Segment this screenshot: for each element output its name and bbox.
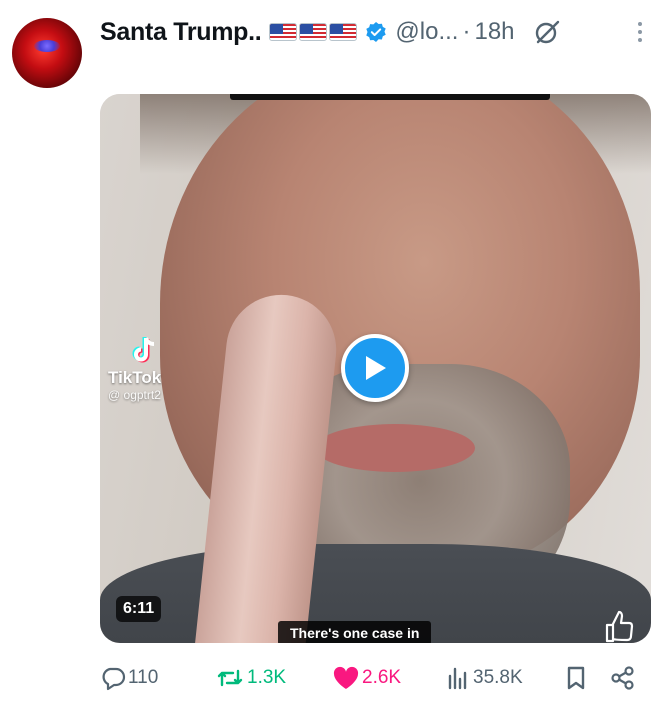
repost-count: 1.3K <box>247 667 287 688</box>
reply-button[interactable]: 110 <box>100 665 158 691</box>
bookmark-button[interactable] <box>564 665 588 691</box>
flag-emojis <box>269 23 358 41</box>
video-top-bar <box>230 94 550 100</box>
verified-badge-icon[interactable] <box>365 21 387 43</box>
grok-icon[interactable] <box>533 18 561 46</box>
reply-count: 110 <box>128 667 159 688</box>
reply-icon <box>102 667 126 691</box>
bookmark-icon <box>567 666 585 690</box>
tiktok-username: @ ogptrt2 <box>108 388 161 402</box>
separator-dot: · <box>462 18 471 45</box>
us-flag-icon <box>269 23 298 41</box>
share-button[interactable] <box>610 665 636 691</box>
author-avatar[interactable] <box>12 18 82 88</box>
author-handle[interactable]: @lo... <box>395 18 458 46</box>
repost-icon <box>217 669 243 687</box>
post-timestamp[interactable]: 18h <box>474 18 514 46</box>
action-bar: 110 1.3K 2.6K 35.8K <box>100 658 651 698</box>
views-button[interactable]: 35.8K <box>445 665 523 691</box>
views-chart-icon <box>448 667 467 690</box>
author-display-name[interactable]: Santa Trump.. <box>100 18 262 47</box>
tiktok-logo-icon <box>132 337 155 363</box>
us-flag-icon <box>299 23 328 41</box>
repost-button[interactable]: 1.3K <box>215 665 286 691</box>
like-button[interactable]: 2.6K <box>332 665 401 691</box>
post-header: Santa Trump.. @lo... · 18h <box>100 14 660 50</box>
views-count: 35.8K <box>473 667 523 688</box>
share-icon <box>611 666 634 690</box>
thumbs-up-icon <box>605 610 634 643</box>
video-caption: There's one case in <box>278 621 432 643</box>
more-options-icon[interactable] <box>628 18 652 46</box>
us-flag-icon <box>329 23 358 41</box>
heart-icon <box>333 666 359 689</box>
like-count: 2.6K <box>362 667 402 688</box>
tiktok-watermark: TikTok @ ogptrt2 <box>108 332 208 402</box>
play-icon <box>366 356 386 380</box>
video-frame-mouth <box>315 424 475 472</box>
video-duration: 6:11 <box>116 596 162 622</box>
video-media[interactable]: TikTok @ ogptrt2 6:11 There's one case i… <box>100 94 651 643</box>
play-button[interactable] <box>341 334 409 402</box>
tiktok-brand-text: TikTok <box>108 368 162 387</box>
